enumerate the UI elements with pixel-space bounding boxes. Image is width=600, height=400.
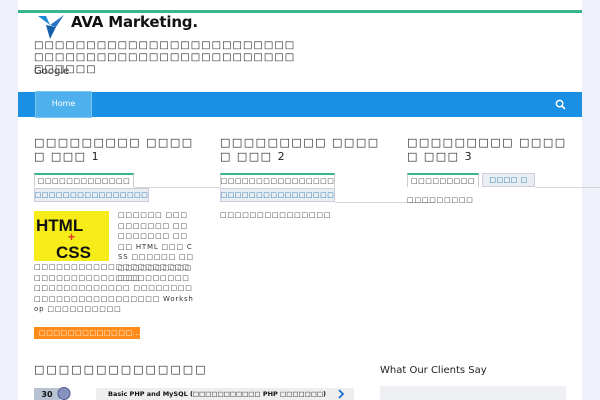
thumb-text-plus: + (68, 230, 75, 244)
read-more-button[interactable]: □□□□□□□□□□□□□... (34, 327, 140, 339)
logo[interactable] (36, 13, 66, 41)
nav-home-link[interactable]: Home (35, 91, 92, 118)
column-2-text: □□□□□□□□□□□□□□□ (220, 211, 332, 219)
site-header: AVA Marketing. □□□□□□□□□□□□□□□□□□□□□□□□□… (18, 13, 582, 93)
tab-1[interactable]: □□□□□□□□□□□□□ (34, 173, 134, 187)
post-thumbnail[interactable]: HTML + CSS (34, 211, 109, 262)
bird-logo-icon (38, 15, 64, 39)
column-title: □□□□□□□□□ □□□□□ □□□ 2 (220, 136, 380, 163)
tab-2[interactable]: □□□□ □ (482, 173, 535, 187)
testimonial-box (380, 386, 566, 400)
course-column-1: □□□□□□□□□ □□□□□ □□□ 1 □□□□□□□□□□□□□ □□□□… (34, 136, 220, 202)
column-tabs: □□□□□□□□□□□□□□□□ □□□□□□□□□□□□□□□□□□ (220, 172, 435, 203)
column-tabs: □□□□□□□□□□□□□ □□□□□□□□□□□□□□□□ (34, 172, 220, 202)
column-title: □□□□□□□□□ □□□□□ □□□ 1 (34, 136, 194, 163)
site-brand[interactable]: AVA Marketing. (71, 13, 198, 31)
thumb-text-html: HTML (36, 216, 83, 235)
php-logo-icon (57, 387, 71, 400)
thumb-text-css: CSS (56, 243, 91, 261)
site-tagline: □□□□□□□□□□□□□□□□□□□□□□□□□□□□□□□□□□□□□□□□… (34, 40, 296, 75)
tab-2[interactable]: □□□□□□□□□□□□□□□□□□ (220, 188, 335, 202)
site-tagline-google: Google (34, 66, 70, 77)
column-3-text: □□□□□□□□□ (407, 196, 474, 204)
post-excerpt-continued: □□□□□□□□□□□□□□□□□□□□□□□□□□□□□□□□□□□□□□□□… (34, 263, 194, 313)
tab-2[interactable]: □□□□□□□□□□□□□□□□ (34, 188, 149, 202)
courses-section-title: □□□□□□□□□□□□□□ (34, 363, 208, 376)
course-column-2: □□□□□□□□□ □□□□□ □□□ 2 □□□□□□□□□□□□□□□□ □… (220, 136, 435, 203)
tab-divider (535, 187, 600, 188)
chevron-right-icon[interactable] (337, 389, 345, 399)
column-title: □□□□□□□□□ □□□□□ □□□ 3 (407, 136, 567, 163)
clients-section-title: What Our Clients Say (380, 365, 487, 376)
main-nav: Home (18, 91, 582, 118)
course-row[interactable]: Basic PHP and MySQL (□□□□□□□□□□□ PHP □□□… (96, 388, 354, 400)
tab-1[interactable]: □□□□□□□□□ (407, 173, 479, 187)
tab-1[interactable]: □□□□□□□□□□□□□□□□ (220, 173, 335, 187)
search-icon[interactable] (555, 99, 566, 110)
html-css-image: HTML + CSS (36, 216, 91, 262)
tab-divider (134, 187, 220, 188)
course-column-3: □□□□□□□□□ □□□□□ □□□ 3 □□□□□□□□□ □□□□ □ (407, 136, 600, 202)
